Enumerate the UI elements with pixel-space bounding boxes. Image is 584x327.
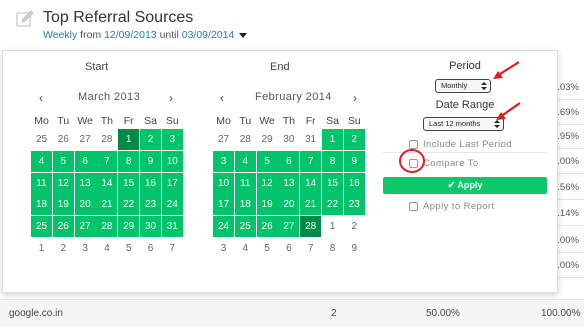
annotation-marks bbox=[399, 61, 521, 173]
annotation-overlay bbox=[399, 61, 521, 173]
highlight-circle bbox=[399, 149, 425, 173]
arrow-icon bbox=[496, 61, 520, 77]
app-window: Top Referral Sources Weekly from 12/09/2… bbox=[0, 0, 584, 327]
